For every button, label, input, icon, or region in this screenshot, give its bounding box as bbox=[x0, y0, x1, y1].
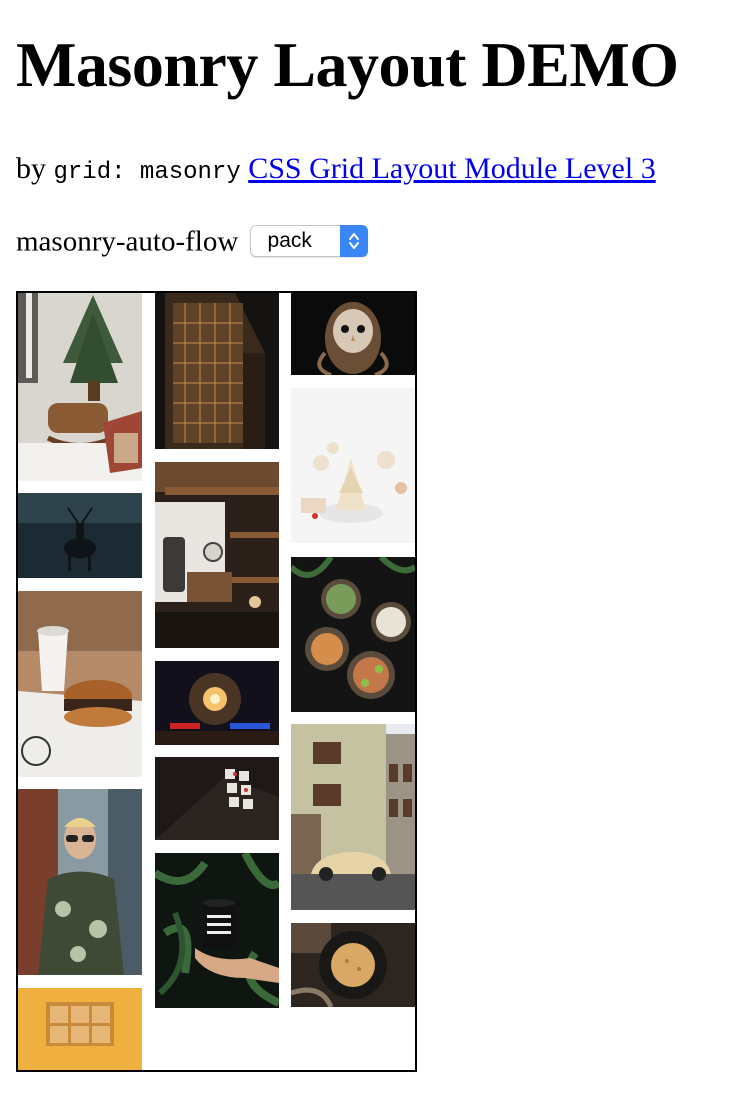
photo-food-bowls bbox=[291, 557, 415, 712]
byline-code: grid: masonry bbox=[53, 159, 241, 186]
byline-prefix: by bbox=[16, 152, 46, 185]
photo-coffee-before-content-cup bbox=[155, 853, 279, 1008]
masonry-auto-flow-select[interactable]: pack bbox=[249, 225, 368, 258]
photo-man-in-sunglasses-hoodie bbox=[18, 789, 142, 975]
byline: by grid: masonry CSS Grid Layout Module … bbox=[16, 150, 656, 192]
select-arrows-icon bbox=[339, 225, 368, 258]
masonry-grid bbox=[16, 291, 417, 1072]
page-title: Masonry Layout DEMO bbox=[16, 29, 679, 100]
photo-glowing-lantern bbox=[155, 661, 279, 745]
photo-meringue-christmas-trees bbox=[291, 388, 415, 543]
photo-christmas-tree-rocking-horse bbox=[18, 293, 142, 481]
photo-flatbread-on-plate bbox=[291, 923, 415, 1007]
masonry-auto-flow-label: masonry-auto-flow bbox=[16, 225, 239, 258]
photo-burger-and-coffee-cup bbox=[18, 591, 142, 777]
photo-deer-in-dark-forest bbox=[18, 493, 142, 578]
photo-vintage-car-building bbox=[291, 724, 415, 910]
photo-barn-owl bbox=[291, 293, 415, 375]
photo-wooden-mailboxes-yellow bbox=[18, 988, 142, 1070]
spec-link[interactable]: CSS Grid Layout Module Level 3 bbox=[248, 152, 655, 185]
photo-buttons-on-dark bbox=[155, 757, 279, 840]
photo-coffee-shop-shelves bbox=[155, 462, 279, 648]
photo-skyscraper-at-night bbox=[155, 293, 279, 449]
select-value: pack bbox=[267, 229, 312, 253]
masonry-auto-flow-row: masonry-auto-flow pack bbox=[16, 220, 368, 258]
